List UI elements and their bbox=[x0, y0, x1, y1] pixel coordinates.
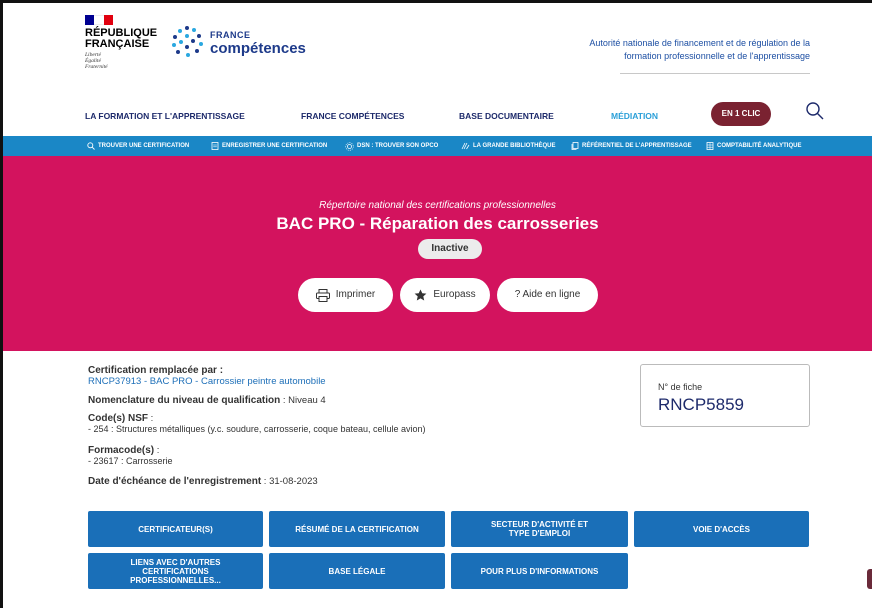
site-header: RÉPUBLIQUE FRANÇAISE Liberté Égalité Fra… bbox=[3, 3, 872, 138]
section-resume-button[interactable]: RÉSUMÉ DE LA CERTIFICATION bbox=[269, 511, 445, 547]
rf-name-line2: FRANÇAISE bbox=[85, 38, 150, 50]
formacode-label: Formacode(s) bbox=[88, 445, 155, 456]
fc-dots-icon bbox=[171, 25, 205, 59]
toolbar-referentiel-apprentissage[interactable]: RÉFÉRENTIEL DE L'APPRENTISSAGE bbox=[571, 136, 692, 156]
toolbar-label: LA GRANDE BIBLIOTHÈQUE bbox=[473, 143, 556, 149]
rf-name: RÉPUBLIQUE FRANÇAISE bbox=[85, 28, 165, 50]
section-voie-acces-button[interactable]: VOIE D'ACCÈS bbox=[634, 511, 809, 547]
en-1-clic-button[interactable]: EN 1 CLIC bbox=[711, 102, 771, 126]
fiche-number-card: N° de fiche RNCP5859 bbox=[640, 364, 810, 427]
nav-france-competences[interactable]: FRANCE COMPÉTENCES bbox=[301, 111, 404, 121]
nsf-value: - 254 : Structures métalliques (y.c. sou… bbox=[88, 424, 426, 434]
book-icon bbox=[461, 142, 470, 150]
level-block: Nomenclature du niveau de qualification … bbox=[88, 395, 326, 406]
rf-motto: Liberté Égalité Fraternité bbox=[85, 52, 165, 70]
republique-francaise-logo[interactable]: RÉPUBLIQUE FRANÇAISE Liberté Égalité Fra… bbox=[85, 15, 165, 70]
formacode-colon: : bbox=[154, 445, 160, 456]
nav-base-documentaire[interactable]: BASE DOCUMENTAIRE bbox=[459, 111, 554, 121]
status-badge: Inactive bbox=[418, 239, 482, 259]
nav-mediation[interactable]: MÉDIATION bbox=[611, 111, 658, 121]
print-button[interactable]: Imprimer bbox=[298, 278, 393, 312]
section-plus-informations-button[interactable]: POUR PLUS D'INFORMATIONS bbox=[451, 553, 628, 589]
french-flag-icon bbox=[85, 15, 113, 25]
nsf-colon: : bbox=[148, 413, 154, 424]
gear-icon bbox=[345, 141, 354, 151]
level-value: : Niveau 4 bbox=[280, 395, 326, 406]
france-competences-logo[interactable]: FRANCE compétences bbox=[171, 25, 306, 59]
section-base-legale-button[interactable]: BASE LÉGALE bbox=[269, 553, 445, 589]
quick-links-toolbar: TROUVER UNE CERTIFICATION ENREGISTRER UN… bbox=[3, 136, 872, 156]
nsf-block: Code(s) NSF : - 254 : Structures métalli… bbox=[88, 413, 426, 434]
toolbar-label: COMPTABILITÉ ANALYTIQUE bbox=[717, 143, 802, 149]
toolbar-label: RÉFÉRENTIEL DE L'APPRENTISSAGE bbox=[582, 143, 692, 149]
fiche-label: N° de fiche bbox=[658, 382, 703, 392]
side-widget-handle[interactable] bbox=[867, 569, 872, 589]
print-label: Imprimer bbox=[335, 289, 376, 300]
certification-title: BAC PRO - Réparation des carrosseries bbox=[276, 214, 599, 233]
printer-icon bbox=[315, 288, 330, 302]
header-divider bbox=[620, 73, 810, 74]
toolbar-label: DSN : TROUVER SON OPCO bbox=[357, 143, 439, 149]
document-icon bbox=[211, 142, 219, 150]
europass-button[interactable]: Europass bbox=[400, 278, 490, 312]
section-secteur-activite-button[interactable]: SECTEUR D'ACTIVITÉ ET TYPE D'EMPLOI bbox=[451, 511, 628, 547]
deadline-block: Date d'échéance de l'enregistrement : 31… bbox=[88, 476, 318, 487]
certification-hero: Répertoire national des certifications p… bbox=[3, 156, 872, 351]
europass-label: Europass bbox=[433, 289, 476, 300]
sheet-icon bbox=[706, 142, 714, 150]
deadline-label: Date d'échéance de l'enregistrement bbox=[88, 476, 262, 487]
fc-wordmark: FRANCE compétences bbox=[210, 28, 306, 56]
replaced-by-link[interactable]: RNCP37913 - BAC PRO - Carrossier peintre… bbox=[88, 376, 326, 387]
toolbar-grande-bibliotheque[interactable]: LA GRANDE BIBLIOTHÈQUE bbox=[461, 136, 555, 156]
nsf-label: Code(s) NSF bbox=[88, 413, 148, 424]
section-liens-certifications-button[interactable]: LIENS AVEC D'AUTRES CERTIFICATIONS PROFE… bbox=[88, 553, 263, 589]
online-help-button[interactable]: ? Aide en ligne bbox=[497, 278, 598, 312]
fc-big-text: compétences bbox=[210, 40, 306, 57]
toolbar-dsn-opco[interactable]: DSN : TROUVER SON OPCO bbox=[345, 136, 438, 156]
page-frame: RÉPUBLIQUE FRANÇAISE Liberté Égalité Fra… bbox=[0, 0, 872, 608]
toolbar-label: ENREGISTRER UNE CERTIFICATION bbox=[222, 143, 328, 149]
deadline-value: : 31-08-2023 bbox=[261, 476, 318, 487]
toolbar-label: TROUVER UNE CERTIFICATION bbox=[98, 143, 190, 149]
help-label: ? Aide en ligne bbox=[514, 289, 581, 300]
search-icon bbox=[87, 142, 95, 150]
toolbar-comptabilite-analytique[interactable]: COMPTABILITÉ ANALYTIQUE bbox=[706, 136, 801, 156]
toolbar-enregistrer-certification[interactable]: ENREGISTRER UNE CERTIFICATION bbox=[211, 136, 327, 156]
motto-fraternite: Fraternité bbox=[85, 64, 108, 70]
copy-icon bbox=[571, 142, 579, 150]
formacode-value: - 23617 : Carrosserie bbox=[88, 456, 173, 466]
replaced-by-block: Certification remplacée par : RNCP37913 … bbox=[88, 365, 326, 387]
star-icon bbox=[414, 289, 427, 301]
section-certificateurs-button[interactable]: CERTIFICATEUR(S) bbox=[88, 511, 263, 547]
replaced-by-label: Certification remplacée par : bbox=[88, 365, 224, 376]
authority-tagline: Autorité nationale de financement et de … bbox=[589, 38, 810, 61]
level-label: Nomenclature du niveau de qualification bbox=[88, 395, 281, 406]
hero-subtitle: Répertoire national des certifications p… bbox=[319, 200, 556, 211]
formacode-block: Formacode(s) : - 23617 : Carrosserie bbox=[88, 445, 173, 466]
fiche-value: RNCP5859 bbox=[658, 395, 744, 414]
nav-formation-apprentissage[interactable]: LA FORMATION ET L'APPRENTISSAGE bbox=[85, 111, 245, 121]
search-icon[interactable] bbox=[805, 101, 825, 121]
toolbar-trouver-certification[interactable]: TROUVER UNE CERTIFICATION bbox=[87, 136, 189, 156]
